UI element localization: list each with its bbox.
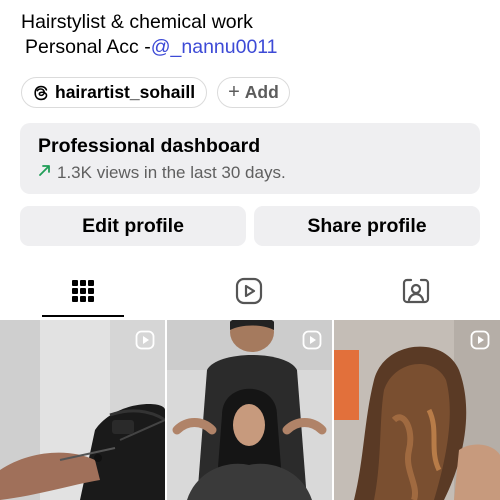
tab-posts-grid[interactable] xyxy=(42,268,124,318)
trend-up-icon xyxy=(38,164,51,182)
edit-profile-button[interactable]: Edit profile xyxy=(20,206,246,246)
posts-grid xyxy=(0,320,500,500)
bio-line-2: Personal Acc -@_nannu0011 xyxy=(21,35,278,60)
bio-prefix: Personal Acc - xyxy=(25,36,151,58)
tab-tagged[interactable] xyxy=(375,268,457,318)
active-tab-indicator xyxy=(42,315,124,317)
reel-badge-icon xyxy=(135,330,155,350)
post-thumbnail[interactable] xyxy=(0,320,165,500)
dashboard-stats-text: 1.3K views in the last 30 days. xyxy=(57,163,286,182)
add-link-chip[interactable]: + Add xyxy=(217,77,290,108)
tab-reels[interactable] xyxy=(208,268,290,318)
grid-icon xyxy=(71,279,95,308)
plus-icon: + xyxy=(228,81,240,103)
reels-icon xyxy=(235,277,263,310)
share-profile-button[interactable]: Share profile xyxy=(254,206,480,246)
post-thumbnail[interactable] xyxy=(167,320,332,500)
bio-line-1: Hairstylist & chemical work xyxy=(21,11,253,33)
reel-badge-icon xyxy=(470,330,490,350)
tagged-icon xyxy=(402,277,430,310)
bio-mention-link[interactable]: @_nannu0011 xyxy=(151,36,278,58)
professional-dashboard-card[interactable]: Professional dashboard 1.3K views in the… xyxy=(20,123,480,194)
threads-icon xyxy=(33,85,49,101)
threads-handle: hairartist_sohaill xyxy=(55,82,196,102)
threads-chip[interactable]: hairartist_sohaill xyxy=(21,77,208,108)
profile-tabs xyxy=(0,268,500,318)
profile-chips: hairartist_sohaill + Add xyxy=(21,77,290,108)
post-thumbnail[interactable] xyxy=(334,320,500,500)
dashboard-title: Professional dashboard xyxy=(38,135,261,157)
add-label: Add xyxy=(244,82,279,102)
profile-bio: Hairstylist & chemical work Personal Acc… xyxy=(21,10,278,60)
dashboard-stats: 1.3K views in the last 30 days. xyxy=(38,163,462,183)
reel-badge-icon xyxy=(302,330,322,350)
